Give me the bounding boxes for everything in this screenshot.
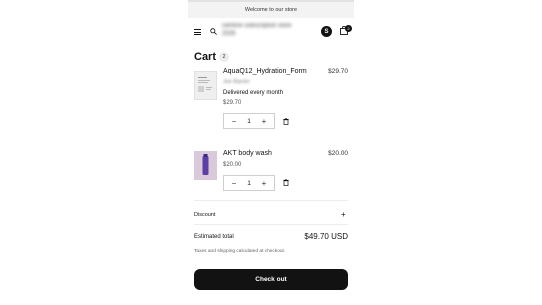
trash-icon[interactable] xyxy=(283,179,289,186)
line-price: $20.00 xyxy=(328,150,348,157)
product-variant: Joe Barrier xyxy=(223,79,250,85)
quantity-stepper: − 1 + xyxy=(223,113,275,129)
announcement-bar: Welcome to our store xyxy=(188,0,354,18)
product-name[interactable]: AquaQ12_Hydration_Form xyxy=(223,68,307,75)
unit-price: $29.70 xyxy=(223,100,242,106)
product-name[interactable]: AKT body wash xyxy=(223,150,272,157)
estimated-total-value: $49.70 USD xyxy=(304,232,348,241)
increase-quantity-button[interactable]: + xyxy=(258,117,270,126)
quantity-value[interactable]: 1 xyxy=(247,180,251,187)
cart-count-badge: 2 xyxy=(345,25,352,32)
line-price: $29.70 xyxy=(328,68,348,75)
product-image xyxy=(202,154,209,175)
divider xyxy=(194,224,348,225)
hamburger-icon[interactable] xyxy=(194,29,201,35)
discount-expand-button[interactable]: + xyxy=(341,210,346,219)
decrease-quantity-button[interactable]: − xyxy=(228,179,240,188)
page-title: Cart xyxy=(194,51,217,63)
product-image xyxy=(198,77,212,92)
checkout-button[interactable]: Check out xyxy=(194,269,348,290)
cart-item-count: 2 xyxy=(219,52,229,62)
increase-quantity-button[interactable]: + xyxy=(258,179,270,188)
unit-price: $20.00 xyxy=(223,162,242,168)
account-avatar[interactable]: S xyxy=(321,26,332,37)
search-icon[interactable] xyxy=(210,28,217,35)
selling-plan: Delivered every month xyxy=(223,90,284,96)
product-thumbnail[interactable] xyxy=(194,71,217,100)
announcement-text: Welcome to our store xyxy=(244,7,298,13)
estimated-total-label: Estimated total xyxy=(194,234,234,240)
quantity-value[interactable]: 1 xyxy=(247,118,251,125)
quantity-stepper: − 1 + xyxy=(223,175,275,191)
store-name[interactable]: Dentine subscription store 2026 xyxy=(222,22,306,38)
header: Dentine subscription store 2026 S 2 xyxy=(188,18,354,44)
product-thumbnail[interactable] xyxy=(194,151,217,180)
taxes-note: Taxes and shipping calculated at checkou… xyxy=(194,249,286,254)
divider xyxy=(194,200,348,201)
discount-label[interactable]: Discount xyxy=(194,212,215,218)
trash-icon[interactable] xyxy=(283,118,289,125)
decrease-quantity-button[interactable]: − xyxy=(228,117,240,126)
